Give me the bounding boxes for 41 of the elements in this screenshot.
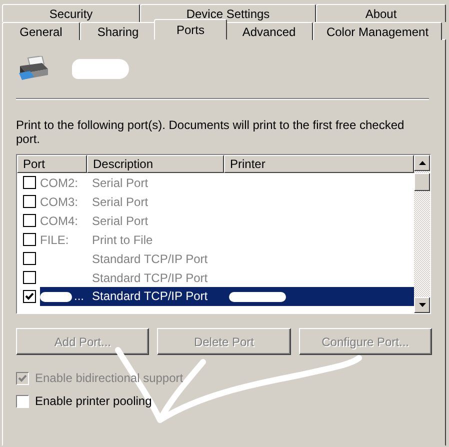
port-name: COM3: bbox=[40, 194, 78, 208]
port-description: Serial Port bbox=[92, 194, 148, 208]
checkbox[interactable] bbox=[16, 394, 29, 408]
checkbox-label[interactable]: Enable printer pooling bbox=[35, 394, 152, 408]
port-description: Serial Port bbox=[92, 176, 148, 190]
tab[interactable]: Ports bbox=[154, 19, 227, 40]
checkbox[interactable] bbox=[23, 233, 36, 246]
up-arrow-icon bbox=[418, 161, 426, 165]
tab[interactable]: Security bbox=[2, 4, 140, 22]
port-description: Standard TCP/IP Port bbox=[92, 252, 208, 266]
checkbox[interactable] bbox=[23, 176, 36, 189]
column-header[interactable]: Description bbox=[87, 155, 224, 173]
tab[interactable]: Advanced bbox=[225, 22, 313, 40]
checkbox[interactable] bbox=[23, 252, 36, 265]
checkbox[interactable] bbox=[23, 214, 36, 227]
selected-row-highlight[interactable]: ... Standard TCP/IP Port bbox=[17, 287, 414, 306]
scroll-thumb[interactable] bbox=[414, 173, 430, 191]
port-description: Serial Port bbox=[92, 214, 148, 228]
down-arrow-icon bbox=[418, 303, 426, 307]
port-description: Standard TCP/IP Port bbox=[92, 289, 208, 303]
scroll-down-button[interactable] bbox=[414, 297, 430, 313]
port-name: FILE: bbox=[40, 232, 69, 246]
column-header[interactable]: Port bbox=[17, 155, 87, 173]
tab[interactable]: General bbox=[2, 22, 80, 40]
checkbox[interactable] bbox=[23, 290, 36, 303]
tab[interactable]: Sharing bbox=[80, 22, 156, 40]
scrollbar[interactable] bbox=[414, 155, 430, 313]
checkbox[interactable] bbox=[23, 195, 36, 208]
checkbox[interactable] bbox=[23, 271, 36, 284]
port-description: Print to File bbox=[92, 232, 153, 246]
tab[interactable]: Color Management bbox=[313, 22, 442, 40]
scroll-up-button[interactable] bbox=[414, 155, 430, 171]
port-name: COM4: bbox=[40, 214, 78, 228]
port-description: Standard TCP/IP Port bbox=[92, 270, 208, 284]
column-header[interactable]: Printer bbox=[224, 155, 414, 173]
instruction-text: Print to the following port(s). Documents will print to the first free checked port. bbox=[16, 118, 406, 146]
tab[interactable]: About bbox=[316, 4, 446, 22]
port-name: COM2: bbox=[40, 176, 78, 190]
tab[interactable]: Device Settings bbox=[140, 4, 316, 22]
port-name: ... bbox=[74, 288, 84, 305]
printer-icon bbox=[16, 56, 50, 82]
